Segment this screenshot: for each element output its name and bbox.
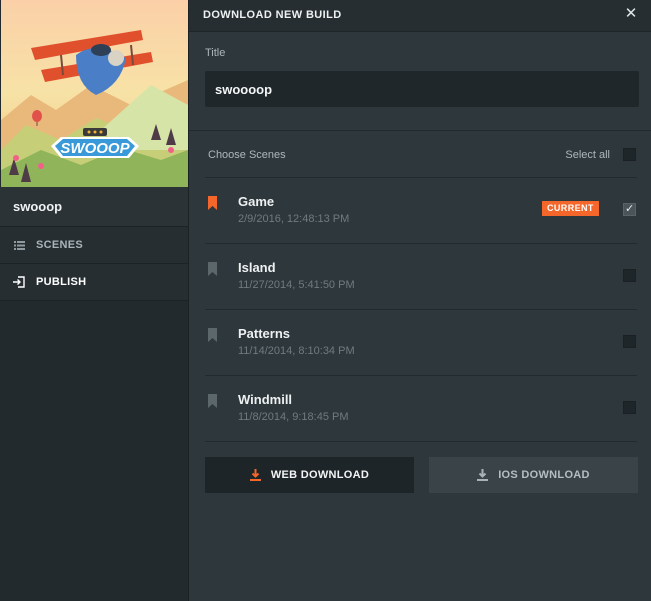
scene-row-game[interactable]: Game 2/9/2016, 12:48:13 PM CURRENT xyxy=(205,178,637,244)
select-all-checkbox[interactable] xyxy=(623,148,636,161)
sidebar-item-label: PUBLISH xyxy=(36,276,87,288)
svg-text:SWOOOP: SWOOOP xyxy=(60,140,130,157)
app-name: swooop xyxy=(0,187,188,227)
choose-scenes-label: Choose Scenes xyxy=(208,149,286,161)
download-icon xyxy=(477,469,489,481)
select-all-label: Select all xyxy=(565,149,610,161)
close-icon[interactable]: ✕ xyxy=(624,6,638,21)
ios-download-label: IOS DOWNLOAD xyxy=(498,469,590,481)
download-build-panel: DOWNLOAD NEW BUILD ✕ Title Choose Scenes… xyxy=(189,0,651,601)
scene-checkbox[interactable] xyxy=(623,269,636,282)
download-icon xyxy=(249,469,261,481)
web-download-label: WEB DOWNLOAD xyxy=(270,469,370,481)
bookmark-icon xyxy=(208,394,217,408)
thumbnail-illustration: SWOOOP xyxy=(1,0,188,187)
panel-title: DOWNLOAD NEW BUILD xyxy=(203,9,342,21)
sidebar-item-label: SCENES xyxy=(36,239,84,251)
sidebar-item-publish[interactable]: PUBLISH xyxy=(0,264,188,301)
ios-download-button[interactable]: IOS DOWNLOAD xyxy=(429,457,638,493)
scene-name: Patterns xyxy=(238,326,291,341)
scene-date: 11/8/2014, 9:18:45 PM xyxy=(238,411,349,423)
scene-checkbox[interactable] xyxy=(623,335,636,348)
divider xyxy=(189,130,651,131)
scene-date: 11/14/2014, 8:10:34 PM xyxy=(238,345,355,357)
scene-date: 2/9/2016, 12:48:13 PM xyxy=(238,213,350,225)
app-window: SWOOOP swooop SCENES PUBLISH DOWNLOAD NE… xyxy=(0,0,651,601)
scene-checkbox[interactable] xyxy=(623,401,636,414)
title-label: Title xyxy=(205,47,226,59)
scene-checkbox[interactable] xyxy=(623,202,636,216)
list-icon xyxy=(13,239,25,251)
scene-row-windmill[interactable]: Windmill 11/8/2014, 9:18:45 PM xyxy=(205,376,637,442)
bookmark-icon xyxy=(208,196,217,210)
scene-name: Game xyxy=(238,194,275,209)
scene-name: Windmill xyxy=(238,392,293,407)
web-download-button[interactable]: WEB DOWNLOAD xyxy=(205,457,414,493)
bookmark-icon xyxy=(208,328,217,342)
panel-header: DOWNLOAD NEW BUILD ✕ xyxy=(189,0,651,32)
title-input[interactable] xyxy=(205,71,639,107)
scene-name: Island xyxy=(238,260,276,275)
scene-row-patterns[interactable]: Patterns 11/14/2014, 8:10:34 PM xyxy=(205,310,637,376)
bookmark-icon xyxy=(208,262,217,276)
publish-icon xyxy=(13,276,25,288)
project-thumbnail[interactable]: SWOOOP xyxy=(1,0,188,187)
scene-date: 11/27/2014, 5:41:50 PM xyxy=(238,279,355,291)
sidebar: SWOOOP swooop SCENES PUBLISH xyxy=(0,0,189,601)
divider xyxy=(205,441,637,442)
sidebar-item-scenes[interactable]: SCENES xyxy=(0,227,188,264)
current-badge: CURRENT xyxy=(542,201,599,216)
scene-row-island[interactable]: Island 11/27/2014, 5:41:50 PM xyxy=(205,244,637,310)
